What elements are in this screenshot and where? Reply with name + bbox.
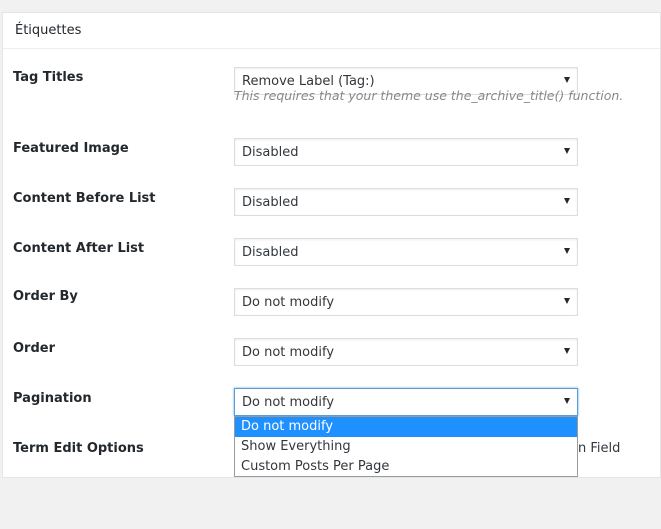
featured-image-select[interactable]: Disabled	[234, 138, 578, 166]
featured-image-label: Featured Image	[13, 141, 129, 156]
pagination-select[interactable]: Do not modify	[234, 388, 578, 416]
select-value: Remove Label (Tag:)	[242, 74, 375, 89]
panel-title: Étiquettes	[15, 23, 82, 38]
tag-titles-hint: This requires that your theme use the_ar…	[234, 88, 624, 103]
select-value: Do not modify	[242, 295, 335, 310]
select-value: Do not modify	[242, 345, 335, 360]
content-after-list-label: Content After List	[13, 241, 145, 256]
content-after-list-select[interactable]: Disabled	[234, 238, 578, 266]
select-value: Disabled	[242, 195, 299, 210]
dropdown-option-show-everything[interactable]: Show Everything	[235, 437, 577, 457]
caret-down-icon	[564, 77, 570, 83]
content-before-list-label: Content Before List	[13, 191, 156, 206]
order-by-label: Order By	[13, 289, 78, 304]
panel-header: Étiquettes	[3, 13, 660, 49]
select-value: Disabled	[242, 145, 299, 160]
pagination-dropdown-list: Do not modify Show Everything Custom Pos…	[234, 416, 578, 477]
select-value: Do not modify	[242, 395, 335, 410]
select-value: Disabled	[242, 245, 299, 260]
pagination-label: Pagination	[13, 391, 92, 406]
caret-down-icon	[564, 398, 570, 404]
caret-down-icon	[564, 198, 570, 204]
dropdown-option-custom-posts-per-page[interactable]: Custom Posts Per Page	[235, 457, 577, 477]
caret-down-icon	[564, 148, 570, 154]
order-select[interactable]: Do not modify	[234, 338, 578, 366]
caret-down-icon	[564, 248, 570, 254]
caret-down-icon	[564, 348, 570, 354]
caret-down-icon	[564, 298, 570, 304]
content-before-list-select[interactable]: Disabled	[234, 188, 578, 216]
term-edit-options-label: Term Edit Options	[13, 441, 144, 456]
term-edit-options-partial-text: n Field	[578, 441, 621, 456]
tag-titles-label: Tag Titles	[13, 70, 84, 85]
order-label: Order	[13, 341, 55, 356]
order-by-select[interactable]: Do not modify	[234, 288, 578, 316]
dropdown-option-do-not-modify[interactable]: Do not modify	[235, 417, 577, 437]
